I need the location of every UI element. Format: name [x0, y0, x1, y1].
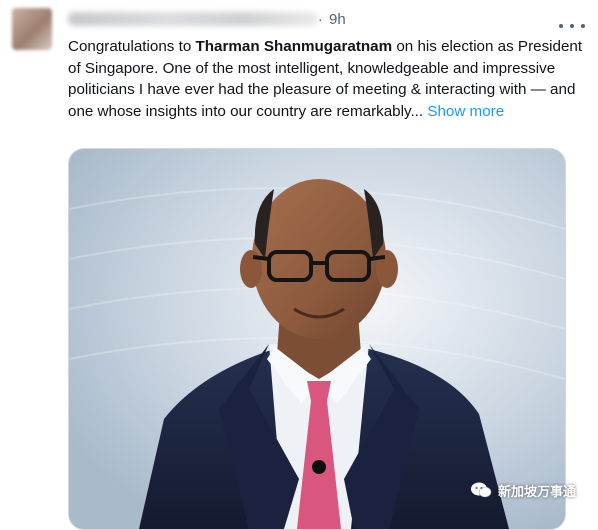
mentioned-name: Tharman Shanmugaratnam [195, 38, 393, 55]
author-avatar[interactable] [12, 8, 52, 50]
portrait-photo [69, 149, 565, 529]
tweet-photo[interactable] [68, 148, 566, 530]
more-horizontal-icon-dot [581, 24, 585, 28]
tweet-text-start: Congratulations to [68, 38, 196, 55]
watermark-text: 新加坡万事通 [498, 483, 577, 499]
more-horizontal-icon-dot [570, 24, 574, 28]
tweet-timestamp[interactable]: 9h [329, 11, 346, 28]
more-horizontal-icon [559, 24, 563, 28]
show-more-link[interactable]: Show more [423, 103, 504, 120]
tweet-body: Congratulations to Tharman Shanmugaratna… [68, 36, 583, 122]
author-name-blurred[interactable] [68, 12, 318, 26]
more-options-button[interactable] [559, 20, 585, 32]
watermark: 新加坡万事通 [470, 478, 576, 502]
time-separator: · [318, 11, 323, 27]
wechat-icon [471, 482, 492, 498]
